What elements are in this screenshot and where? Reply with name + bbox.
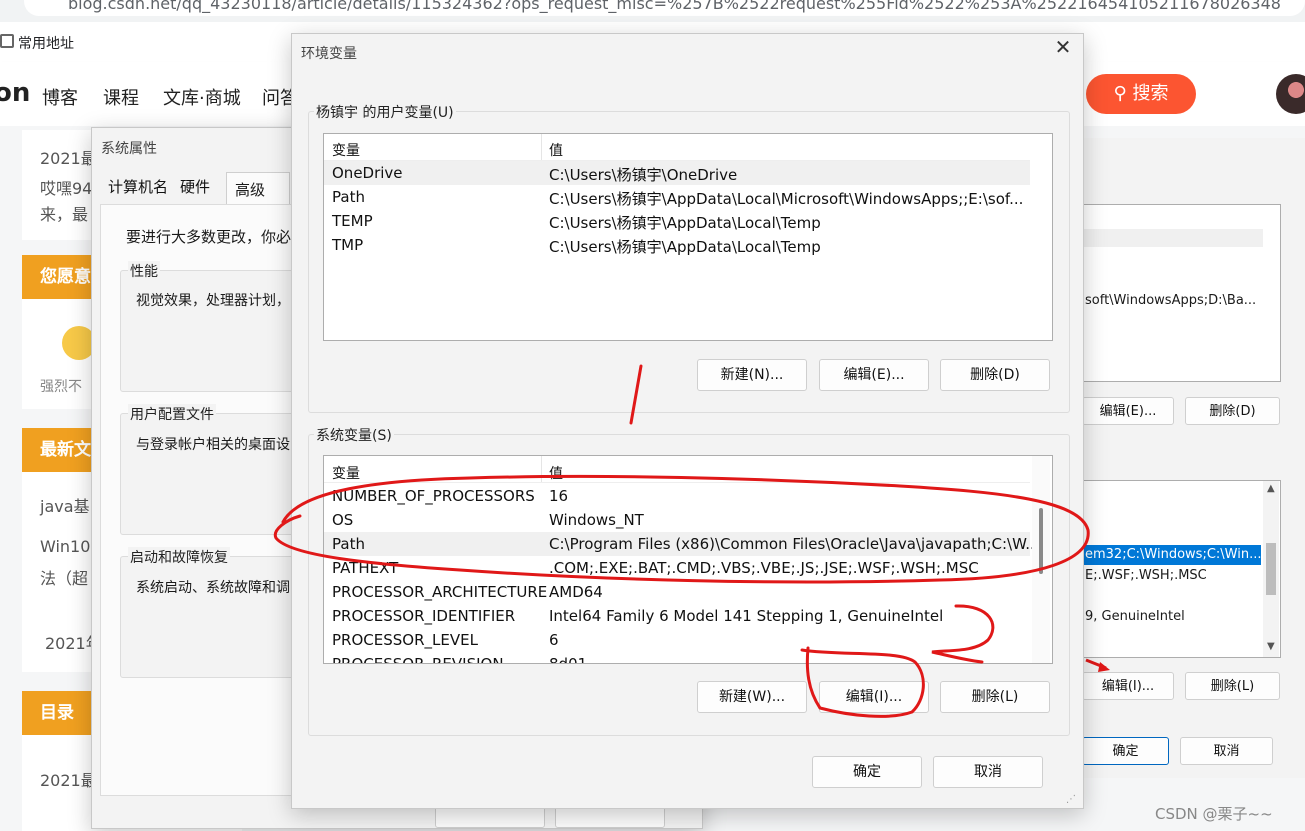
red-annotations xyxy=(273,364,1090,718)
